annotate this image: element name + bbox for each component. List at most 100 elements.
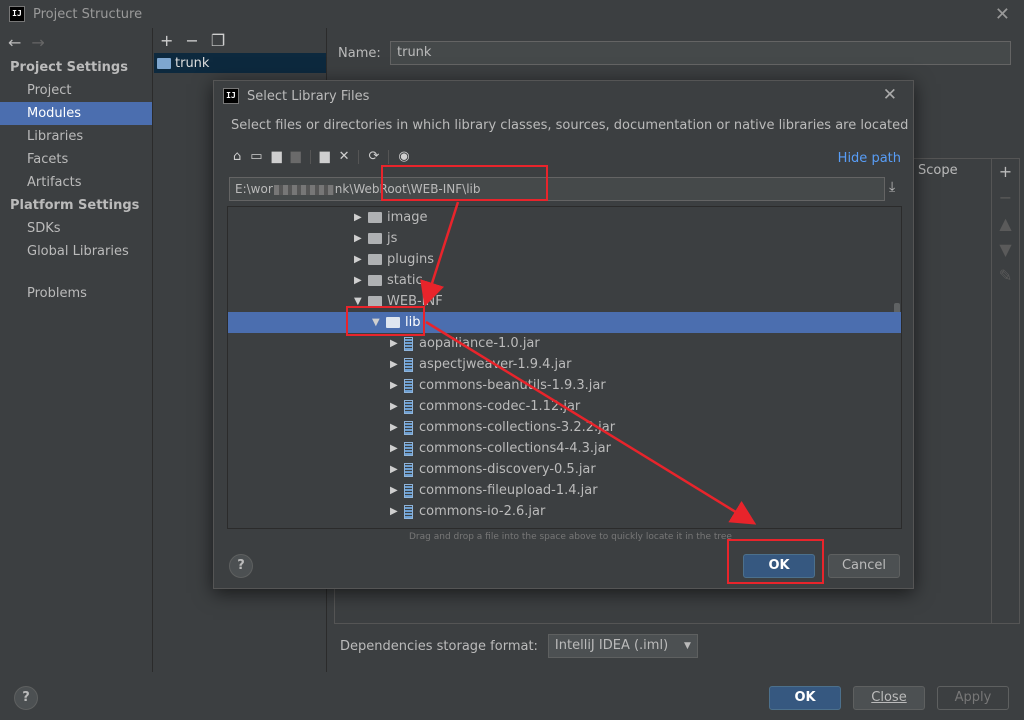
dependencies-toolbar: + − ▲ ▼ ✎ bbox=[992, 158, 1020, 624]
module-folder-icon bbox=[157, 57, 171, 69]
dialog-title: Select Library Files bbox=[247, 88, 370, 104]
tree-item-jar[interactable]: ▶ aopalliance-1.0.jar bbox=[228, 333, 901, 354]
tree-item-folder[interactable]: ▼ WEB-INF bbox=[228, 291, 901, 312]
dialog-help-button[interactable]: ? bbox=[229, 554, 253, 578]
file-tree: ▶ image ▶ js ▶ plugins ▶ static ▼ WEB-INF ▼ lib ▶ aop… bbox=[227, 206, 902, 529]
tree-item-label: aspectjweaver-1.9.4.jar bbox=[419, 357, 572, 372]
tree-item-jar[interactable]: ▶ commons-codec-1.12.jar bbox=[228, 396, 901, 417]
tree-item-jar[interactable]: ▶ commons-beanutils-1.9.3.jar bbox=[228, 375, 901, 396]
collapsed-arrow-icon[interactable]: ▶ bbox=[354, 254, 368, 265]
chevron-down-icon: ▼ bbox=[684, 641, 691, 651]
sidebar-item-artifacts[interactable]: Artifacts bbox=[0, 171, 152, 194]
collapsed-arrow-icon[interactable]: ▶ bbox=[390, 380, 404, 391]
sidebar-item-facets[interactable]: Facets bbox=[0, 148, 152, 171]
tree-item-folder[interactable]: ▼ lib bbox=[228, 312, 901, 333]
move-down-icon[interactable]: ▼ bbox=[992, 237, 1019, 263]
dialog-description: Select files or directories in which lib… bbox=[231, 118, 909, 133]
back-arrow-icon[interactable]: ← bbox=[8, 33, 21, 52]
ok-button[interactable]: OK bbox=[769, 686, 841, 710]
sidebar-item-problems[interactable]: Problems bbox=[0, 282, 152, 305]
drag-drop-hint: Drag and drop a file into the space abov… bbox=[409, 532, 732, 542]
add-dependency-icon[interactable]: + bbox=[992, 159, 1019, 185]
tree-item-folder[interactable]: ▶ image bbox=[228, 207, 901, 228]
sidebar-item-global-libraries[interactable]: Global Libraries bbox=[0, 240, 152, 263]
forward-arrow-icon[interactable]: → bbox=[31, 33, 44, 52]
new-folder-icon[interactable]: ▆ bbox=[320, 149, 330, 164]
collapsed-arrow-icon[interactable]: ▶ bbox=[390, 422, 404, 433]
module-folder-icon[interactable]: ▆ bbox=[291, 149, 301, 164]
tree-item-jar[interactable]: ▶ commons-io-2.6.jar bbox=[228, 501, 901, 522]
project-folder-icon[interactable]: ▆ bbox=[272, 149, 282, 164]
folder-icon bbox=[368, 212, 382, 223]
section-project-settings: Project Settings bbox=[10, 60, 128, 75]
tree-item-folder[interactable]: ▶ static bbox=[228, 270, 901, 291]
desktop-icon[interactable]: ▭ bbox=[250, 149, 262, 164]
folder-icon bbox=[368, 233, 382, 244]
collapsed-arrow-icon[interactable]: ▶ bbox=[390, 338, 404, 349]
help-button[interactable]: ? bbox=[14, 686, 38, 710]
folder-icon bbox=[368, 275, 382, 286]
folder-icon bbox=[368, 254, 382, 265]
storage-format-select[interactable]: IntelliJ IDEA (.iml) ▼ bbox=[547, 634, 698, 658]
tree-item-jar[interactable]: ▶ commons-collections4-4.3.jar bbox=[228, 438, 901, 459]
sidebar-item-modules[interactable]: Modules bbox=[0, 102, 152, 125]
jar-icon bbox=[404, 483, 413, 498]
window-title: Project Structure bbox=[33, 6, 143, 22]
dialog-cancel-button[interactable]: Cancel bbox=[828, 554, 900, 578]
tree-item-label: commons-beanutils-1.9.3.jar bbox=[419, 378, 606, 393]
storage-format-row: Dependencies storage format: IntelliJ ID… bbox=[340, 634, 698, 658]
window-close-icon[interactable]: ✕ bbox=[995, 4, 1010, 25]
collapsed-arrow-icon[interactable]: ▶ bbox=[390, 443, 404, 454]
module-label: trunk bbox=[175, 55, 210, 71]
tree-item-jar[interactable]: ▶ aspectjweaver-1.9.4.jar bbox=[228, 354, 901, 375]
tree-item-label: aopalliance-1.0.jar bbox=[419, 336, 540, 351]
name-label: Name: bbox=[338, 45, 381, 61]
path-prefix: E:\wor bbox=[235, 182, 273, 196]
annotation-box-ok bbox=[727, 539, 824, 584]
collapsed-arrow-icon[interactable]: ▶ bbox=[390, 401, 404, 412]
close-button[interactable]: Close bbox=[853, 686, 925, 710]
hide-path-link[interactable]: Hide path bbox=[838, 151, 901, 166]
collapsed-arrow-icon[interactable]: ▶ bbox=[390, 485, 404, 496]
collapsed-arrow-icon[interactable]: ▶ bbox=[390, 506, 404, 517]
annotation-box-path bbox=[381, 165, 548, 201]
tree-item-label: commons-collections4-4.3.jar bbox=[419, 441, 611, 456]
home-icon[interactable]: ⌂ bbox=[233, 149, 241, 164]
tree-item-folder[interactable]: ▶ js bbox=[228, 228, 901, 249]
sidebar-item-project[interactable]: Project bbox=[0, 79, 152, 102]
section-platform-settings: Platform Settings bbox=[10, 198, 140, 213]
scope-column-header[interactable]: Scope bbox=[918, 163, 958, 178]
remove-icon[interactable]: − bbox=[185, 31, 198, 50]
module-item-trunk[interactable]: trunk bbox=[154, 53, 326, 73]
show-hidden-icon[interactable]: ◉ bbox=[398, 149, 409, 164]
remove-dependency-icon[interactable]: − bbox=[992, 185, 1019, 211]
path-redacted bbox=[273, 184, 334, 195]
jar-icon bbox=[404, 399, 413, 414]
tree-item-jar[interactable]: ▶ commons-discovery-0.5.jar bbox=[228, 459, 901, 480]
collapsed-arrow-icon[interactable]: ▶ bbox=[354, 212, 368, 223]
collapsed-arrow-icon[interactable]: ▶ bbox=[354, 233, 368, 244]
name-input[interactable]: trunk bbox=[390, 41, 1011, 65]
title-bar: IJ Project Structure ✕ bbox=[0, 0, 1024, 28]
storage-format-value: IntelliJ IDEA (.iml) bbox=[554, 638, 669, 653]
add-icon[interactable]: + bbox=[160, 31, 173, 50]
collapsed-arrow-icon[interactable]: ▶ bbox=[390, 359, 404, 370]
download-icon[interactable]: ⤓ bbox=[889, 179, 895, 195]
collapsed-arrow-icon[interactable]: ▶ bbox=[390, 464, 404, 475]
tree-item-label: static bbox=[387, 273, 423, 288]
apply-button[interactable]: Apply bbox=[937, 686, 1009, 710]
edit-icon[interactable]: ✎ bbox=[992, 263, 1019, 289]
path-input[interactable]: E:\wor nk\WebRoot\WEB-INF\lib bbox=[229, 177, 885, 201]
sidebar-item-libraries[interactable]: Libraries bbox=[0, 125, 152, 148]
collapsed-arrow-icon[interactable]: ▶ bbox=[354, 275, 368, 286]
refresh-icon[interactable]: ⟳ bbox=[368, 149, 379, 164]
settings-sidebar: ← → Project Settings Project Modules Lib… bbox=[0, 28, 153, 672]
delete-icon[interactable]: ✕ bbox=[339, 149, 350, 164]
tree-item-folder[interactable]: ▶ plugins bbox=[228, 249, 901, 270]
tree-item-jar[interactable]: ▶ commons-collections-3.2.2.jar bbox=[228, 417, 901, 438]
move-up-icon[interactable]: ▲ bbox=[992, 211, 1019, 237]
tree-item-jar[interactable]: ▶ commons-fileupload-1.4.jar bbox=[228, 480, 901, 501]
sidebar-item-sdks[interactable]: SDKs bbox=[0, 217, 152, 240]
dialog-close-icon[interactable]: ✕ bbox=[883, 85, 897, 105]
copy-icon[interactable]: ❐ bbox=[211, 31, 225, 50]
